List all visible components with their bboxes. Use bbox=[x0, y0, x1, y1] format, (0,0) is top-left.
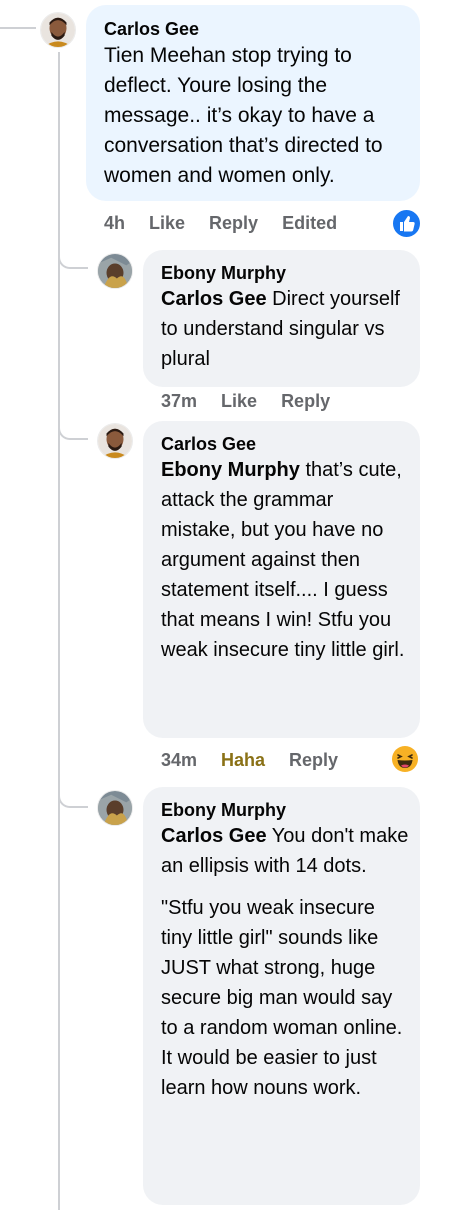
user-avatar-icon bbox=[98, 424, 132, 458]
edited-label[interactable]: Edited bbox=[282, 213, 337, 234]
comment-bubble: Carlos Gee Ebony Murphy that’s cute, att… bbox=[143, 421, 420, 738]
comment-author[interactable]: Carlos Gee bbox=[161, 433, 406, 455]
comment-actions: 4h Like Reply Edited bbox=[104, 212, 337, 234]
avatar[interactable] bbox=[97, 253, 133, 289]
user-avatar-icon bbox=[98, 254, 132, 288]
user-avatar-icon bbox=[98, 791, 132, 825]
comment-paragraph: Carlos Gee You don't make an ellipsis wi… bbox=[161, 825, 409, 877]
comment-text: Ebony Murphy that’s cute, attack the gra… bbox=[161, 459, 405, 661]
mention-link[interactable]: Ebony Murphy bbox=[161, 459, 300, 481]
thread-connector-vertical bbox=[58, 52, 60, 1210]
comment-timestamp[interactable]: 4h bbox=[104, 213, 125, 234]
reply-button[interactable]: Reply bbox=[281, 391, 330, 412]
comment-bubble: Carlos Gee Tien Meehan stop trying to de… bbox=[86, 5, 420, 201]
like-button[interactable]: Like bbox=[149, 213, 185, 234]
reply-connector bbox=[58, 426, 88, 440]
user-avatar-icon bbox=[41, 13, 75, 47]
comment-timestamp[interactable]: 37m bbox=[161, 391, 197, 412]
like-button[interactable]: Like bbox=[221, 391, 257, 412]
comment-bubble: Ebony Murphy Carlos Gee Direct yourself … bbox=[143, 250, 420, 387]
comment-paragraph: "Stfu you weak insecure tiny little girl… bbox=[161, 897, 403, 1099]
avatar[interactable] bbox=[40, 12, 76, 48]
like-thumb-icon[interactable] bbox=[391, 208, 422, 239]
mention-link[interactable]: Carlos Gee bbox=[161, 288, 267, 310]
comment-actions: 34m Haha Reply bbox=[161, 749, 338, 771]
haha-reaction-button[interactable]: Haha bbox=[221, 750, 265, 771]
avatar[interactable] bbox=[97, 423, 133, 459]
avatar[interactable] bbox=[97, 790, 133, 826]
comment-timestamp[interactable]: 34m bbox=[161, 750, 197, 771]
comment-author[interactable]: Ebony Murphy bbox=[161, 799, 406, 821]
thread-connector-top bbox=[0, 27, 36, 29]
mention-link[interactable]: Carlos Gee bbox=[161, 825, 267, 847]
reply-button[interactable]: Reply bbox=[289, 750, 338, 771]
reply-button[interactable]: Reply bbox=[209, 213, 258, 234]
comment-author[interactable]: Ebony Murphy bbox=[161, 262, 406, 284]
haha-emoji-icon[interactable] bbox=[391, 745, 419, 773]
reply-connector bbox=[58, 794, 88, 808]
comment-author[interactable]: Carlos Gee bbox=[104, 17, 406, 41]
comment-text: Carlos Gee Direct yourself to understand… bbox=[161, 288, 400, 370]
comment-actions: 37m Like Reply bbox=[161, 390, 330, 412]
comment-text: Carlos Gee You don't make an ellipsis wi… bbox=[161, 821, 411, 1103]
reply-connector bbox=[58, 255, 88, 269]
comment-text: Tien Meehan stop trying to deflect. Your… bbox=[104, 44, 383, 187]
comment-bubble: Ebony Murphy Carlos Gee You don't make a… bbox=[143, 787, 420, 1205]
